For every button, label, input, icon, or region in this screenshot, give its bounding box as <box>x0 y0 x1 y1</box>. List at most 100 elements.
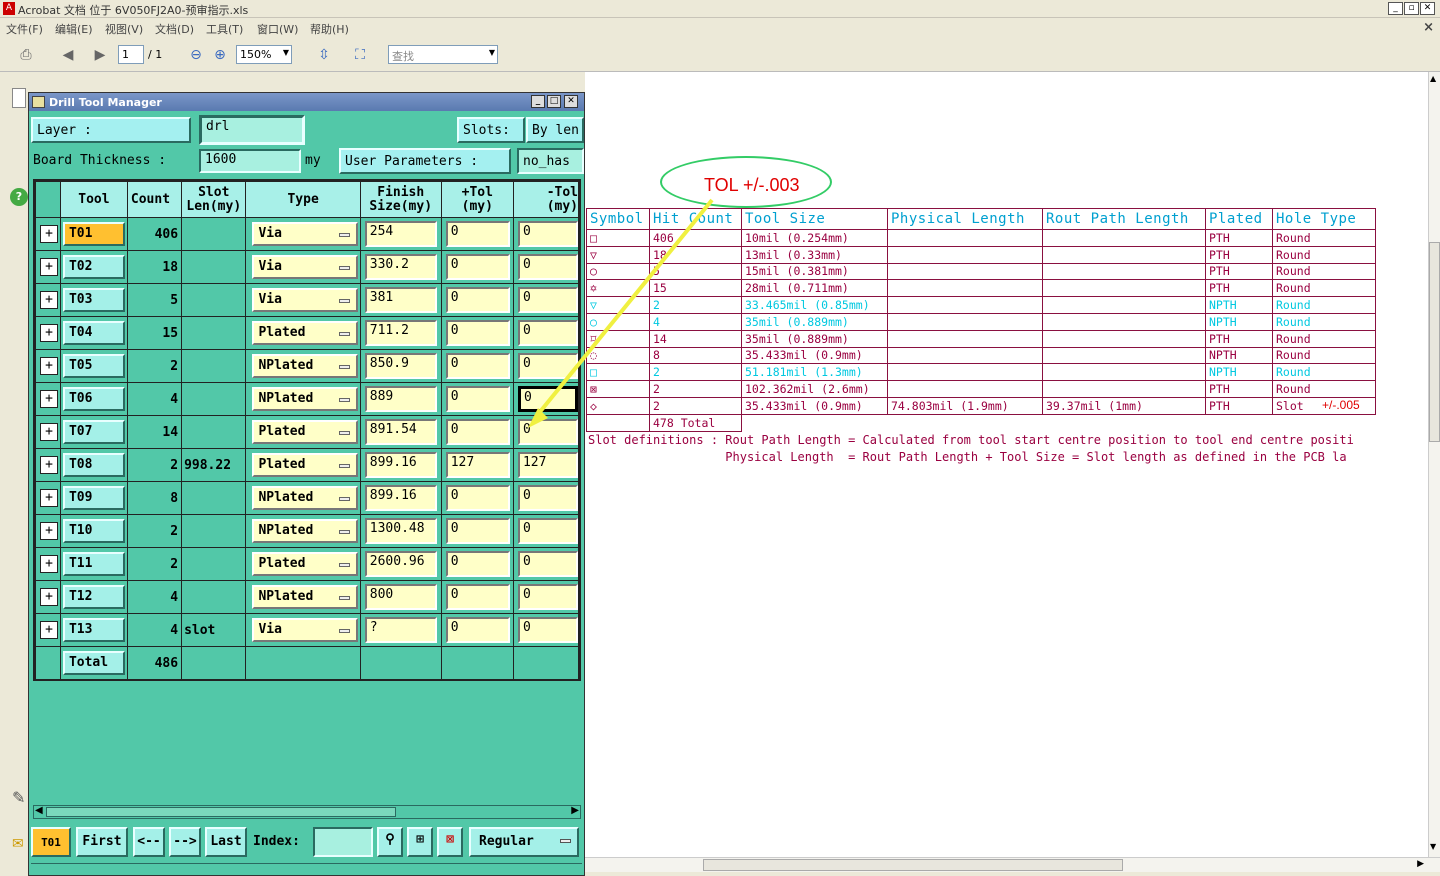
type-select[interactable]: Via <box>252 255 359 279</box>
first-button[interactable]: First <box>76 827 128 857</box>
minus-tol-input[interactable]: 0 <box>517 551 578 577</box>
search-input[interactable]: 查找 ▼ <box>388 45 498 64</box>
expand-icon[interactable]: + <box>40 456 58 474</box>
grid-horizontal-scrollbar[interactable]: ◀ ▶ <box>33 805 581 819</box>
expand-icon[interactable]: + <box>40 423 58 441</box>
scroll-left-icon[interactable]: ◀ <box>35 805 43 816</box>
tool-button[interactable]: T13 <box>62 618 125 642</box>
minus-tol-input[interactable]: 127 <box>517 452 578 478</box>
layer-field[interactable]: drl <box>199 115 305 145</box>
comment-icon[interactable]: ✉ <box>12 836 24 852</box>
tool-button[interactable]: T04 <box>62 321 125 345</box>
vscroll-thumb[interactable] <box>1429 242 1440 442</box>
plus-tol-input[interactable]: 0 <box>445 287 510 313</box>
type-select[interactable]: NPlated <box>252 585 359 609</box>
zoom-in-icon[interactable]: ⊕ <box>210 46 230 64</box>
finish-size-input[interactable]: 254 <box>364 221 437 247</box>
tool-row[interactable]: + T08 2 998.22 Plated 899.16 127 127 <box>35 448 579 482</box>
tool-button[interactable]: T03 <box>62 288 125 312</box>
scroll-right-icon[interactable]: ▶ <box>1417 859 1424 869</box>
dialog-close-button[interactable]: ✕ <box>564 95 578 108</box>
tool-button[interactable]: T12 <box>62 585 125 609</box>
menu-edit[interactable]: 编辑(E) <box>55 21 93 37</box>
tool-button[interactable]: T07 <box>62 420 125 444</box>
previous-button[interactable]: <-- <box>133 827 165 857</box>
menu-file[interactable]: 文件(F) <box>6 21 43 37</box>
grid-icon[interactable]: ⊞ <box>407 827 433 857</box>
page-number-input[interactable]: 1 <box>118 45 144 64</box>
type-select[interactable]: NPlated <box>252 486 359 510</box>
tool-button[interactable]: T10 <box>62 519 125 543</box>
user-parameters-field[interactable]: no_has <box>517 148 584 174</box>
scroll-up-icon[interactable]: ▲ <box>1430 74 1436 83</box>
finish-size-input[interactable]: ? <box>364 617 437 643</box>
minimize-button[interactable]: _ <box>1388 2 1403 15</box>
pages-icon[interactable] <box>12 88 26 108</box>
index-field[interactable] <box>313 827 373 857</box>
minus-tol-input[interactable]: 0 <box>517 617 578 643</box>
zoom-select[interactable]: 150% ▼ <box>236 45 292 64</box>
tool-row[interactable]: + T03 5 Via 381 0 0 <box>35 283 579 317</box>
tool-button[interactable]: T05 <box>62 354 125 378</box>
minus-tol-input[interactable]: 0 <box>517 485 578 511</box>
attachment-icon[interactable]: ✎ <box>12 788 25 807</box>
expand-icon[interactable]: + <box>40 390 58 408</box>
close-button[interactable]: ✕ <box>1420 2 1435 15</box>
mode-select[interactable]: Regular <box>469 827 579 857</box>
minus-tol-input[interactable]: 0 <box>517 221 578 247</box>
plus-tol-input[interactable]: 0 <box>445 419 510 445</box>
menu-help[interactable]: 帮助(H) <box>310 21 349 37</box>
type-select[interactable]: Plated <box>252 321 359 345</box>
plus-tol-input[interactable]: 0 <box>445 353 510 379</box>
type-select[interactable]: NPlated <box>252 387 359 411</box>
tool-button[interactable]: T06 <box>62 387 125 411</box>
finish-size-input[interactable]: 800 <box>364 584 437 610</box>
finish-size-input[interactable]: 381 <box>364 287 437 313</box>
expand-icon[interactable]: + <box>40 588 58 606</box>
grid-scroll-thumb[interactable] <box>46 807 396 817</box>
type-select[interactable]: Via <box>252 222 359 246</box>
zoom-out-icon[interactable]: ⊖ <box>186 46 206 64</box>
tool-row[interactable]: + T05 2 NPlated 850.9 0 0 <box>35 349 579 383</box>
pdf-vertical-scrollbar[interactable]: ▲ ▼ <box>1428 72 1440 857</box>
dialog-minimize-button[interactable]: _ <box>531 95 545 108</box>
expand-icon[interactable]: + <box>40 291 58 309</box>
finish-size-input[interactable]: 711.2 <box>364 320 437 346</box>
next-button[interactable]: --> <box>169 827 201 857</box>
menu-tools[interactable]: 工具(T) <box>206 21 243 37</box>
tool-button[interactable]: T11 <box>62 552 125 576</box>
tool-row[interactable]: + T09 8 NPlated 899.16 0 0 <box>35 481 579 515</box>
plus-tol-input[interactable]: 127 <box>445 452 510 478</box>
expand-icon[interactable]: + <box>40 555 58 573</box>
hscroll-thumb[interactable] <box>703 859 1123 871</box>
minus-tol-input[interactable]: 0 <box>517 386 578 412</box>
tool-button[interactable]: T01 <box>62 222 125 246</box>
dialog-maximize-button[interactable]: □ <box>547 95 561 108</box>
tool-row[interactable]: + T11 2 Plated 2600.96 0 0 <box>35 547 579 581</box>
bulb-icon[interactable]: ⚲ <box>377 827 403 857</box>
minus-tol-input[interactable]: 0 <box>517 419 578 445</box>
plus-tol-input[interactable]: 0 <box>445 320 510 346</box>
plus-tol-input[interactable]: 0 <box>445 518 510 544</box>
plus-tol-input[interactable]: 0 <box>445 254 510 280</box>
type-select[interactable]: Plated <box>252 453 359 477</box>
next-page-icon[interactable]: ▶ <box>90 46 110 64</box>
tool-row[interactable]: + T04 15 Plated 711.2 0 0 <box>35 316 579 350</box>
plus-tol-input[interactable]: 0 <box>445 221 510 247</box>
board-thickness-field[interactable]: 1600 <box>199 149 301 173</box>
finish-size-input[interactable]: 889 <box>364 386 437 412</box>
expand-icon[interactable]: + <box>40 225 58 243</box>
type-select[interactable]: Via <box>252 288 359 312</box>
expand-icon[interactable]: + <box>40 621 58 639</box>
restore-button[interactable]: ▫ <box>1404 2 1419 15</box>
plus-tol-input[interactable]: 0 <box>445 584 510 610</box>
tool-button[interactable]: T08 <box>62 453 125 477</box>
type-select[interactable]: Via <box>252 618 359 642</box>
tool-row[interactable]: + T10 2 NPlated 1300.48 0 0 <box>35 514 579 548</box>
prev-page-icon[interactable]: ◀ <box>58 46 78 64</box>
type-select[interactable]: Plated <box>252 552 359 576</box>
expand-icon[interactable]: + <box>40 258 58 276</box>
tool-button[interactable]: T02 <box>62 255 125 279</box>
tool-row[interactable]: + T07 14 Plated 891.54 0 0 <box>35 415 579 449</box>
scroll-right-icon[interactable]: ▶ <box>571 805 579 816</box>
